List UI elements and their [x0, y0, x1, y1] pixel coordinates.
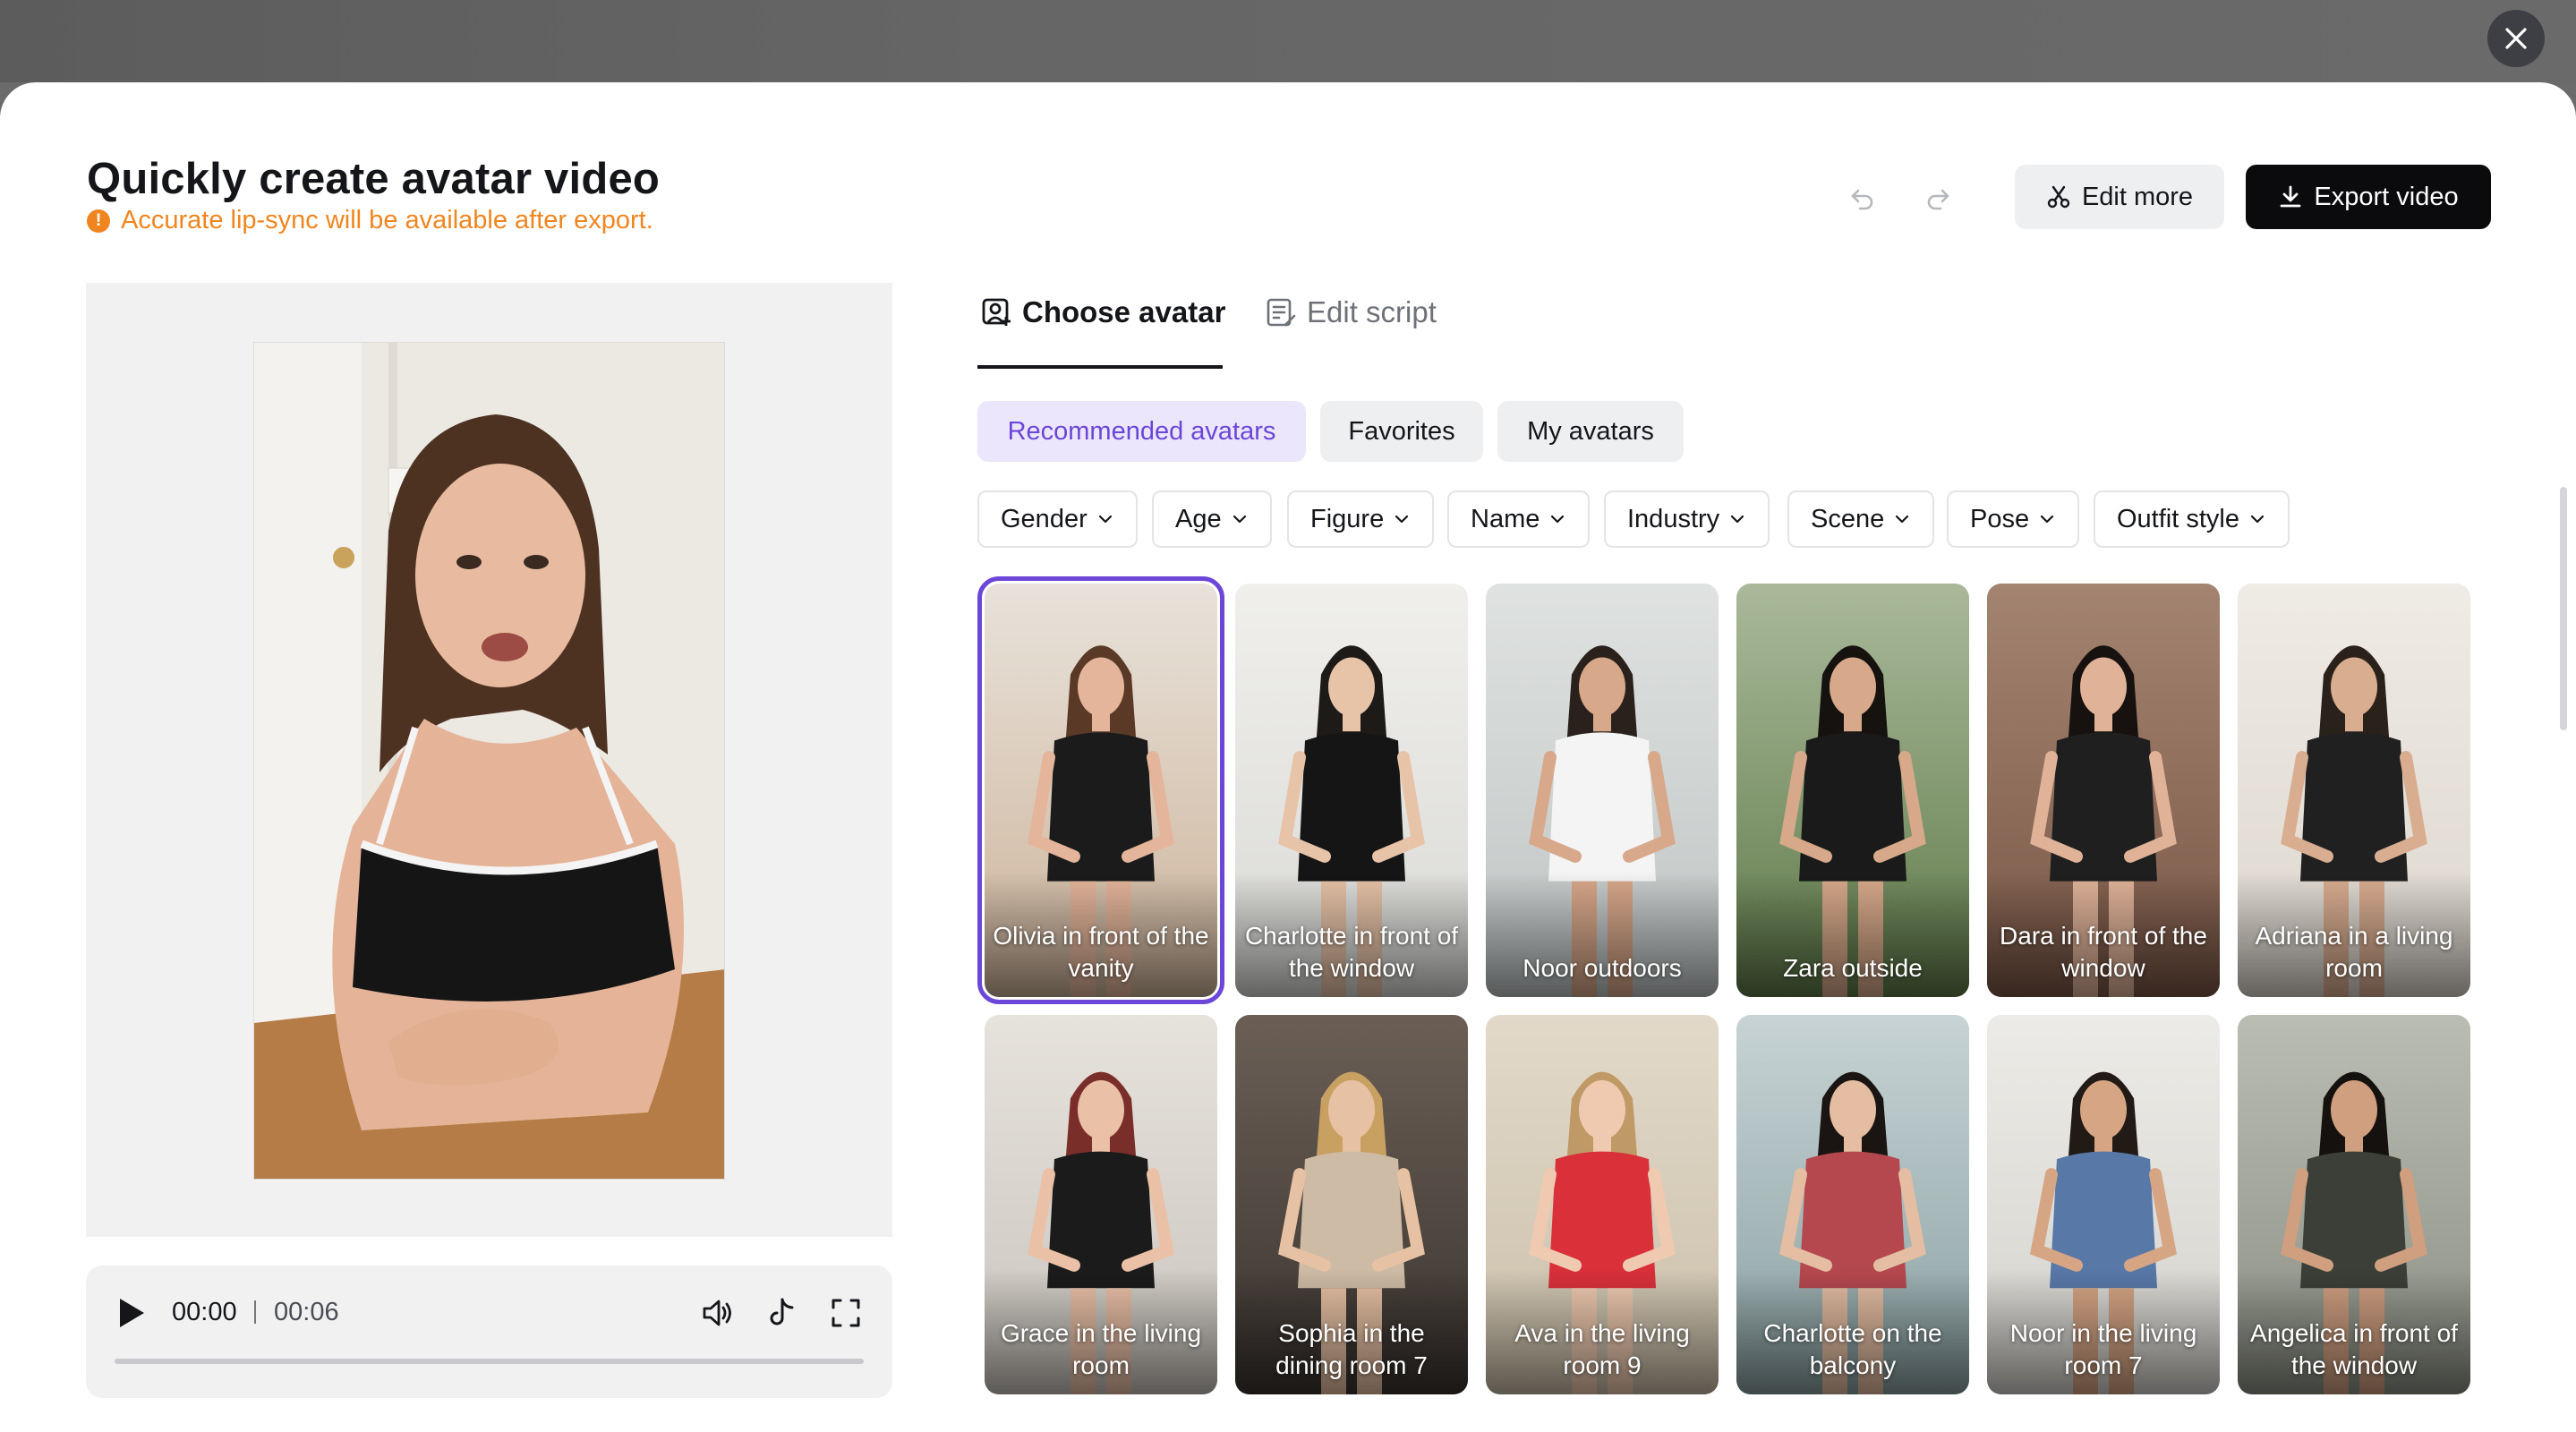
video-preview-panel — [86, 283, 892, 1237]
notice-text: Accurate lip-sync will be available afte… — [121, 206, 653, 234]
avatar-card-label: Angelica in front of the window — [2250, 1319, 2458, 1379]
video-preview[interactable] — [253, 342, 725, 1180]
script-edit-icon — [1267, 298, 1296, 327]
avatar-card[interactable]: Olivia in front of the vanity — [977, 576, 1224, 1004]
avatar-select-icon — [982, 298, 1011, 326]
filter-label: Scene — [1811, 504, 1885, 533]
redo-button[interactable] — [1915, 175, 1960, 220]
close-icon — [2505, 28, 2527, 49]
avatar-card[interactable]: Charlotte in front of the window — [1235, 584, 1468, 997]
volume-button[interactable] — [698, 1294, 736, 1332]
chevron-down-icon — [1896, 515, 1909, 524]
avatar-card[interactable]: Dara in front of the window — [1987, 584, 2220, 997]
chevron-down-icon — [1233, 515, 1246, 524]
chip-recommended-avatars[interactable]: Recommended avatars — [977, 401, 1306, 462]
avatar-card-label: Olivia in front of the vanity — [993, 922, 1209, 982]
filter-age[interactable]: Age — [1152, 490, 1272, 548]
avatar-card-label: Sophia in the dining room 7 — [1275, 1319, 1428, 1379]
filter-label: Industry — [1627, 504, 1720, 533]
avatar-card-label: Dara in front of the window — [2000, 922, 2207, 982]
avatar-card[interactable]: Noor outdoors — [1486, 584, 1719, 997]
undo-button[interactable] — [1840, 175, 1885, 220]
download-icon — [2280, 185, 2301, 208]
chip-favorites[interactable]: Favorites — [1320, 401, 1483, 462]
tab-edit-script[interactable]: Edit script — [1266, 295, 1437, 329]
edit-more-label: Edit more — [2081, 182, 2194, 211]
filter-gender[interactable]: Gender — [977, 490, 1138, 548]
grid-scrollbar[interactable] — [2560, 487, 2567, 730]
fullscreen-icon — [832, 1299, 860, 1327]
avatar-card-label: Charlotte in front of the window — [1244, 922, 1459, 982]
filter-label: Pose — [1970, 504, 2030, 533]
avatar-card-label: Grace in the living room — [1000, 1319, 1202, 1379]
avatar-video-modal: Quickly create avatar video ! Accurate l… — [0, 82, 2576, 1432]
filter-label: Gender — [1001, 504, 1088, 533]
tab-choose-avatar-label: Choose avatar — [1022, 295, 1226, 328]
filter-figure[interactable]: Figure — [1287, 490, 1435, 548]
filter-label: Name — [1471, 504, 1540, 533]
avatar-card[interactable]: Adriana in a living room — [2238, 584, 2470, 997]
chevron-down-icon — [2041, 515, 2054, 524]
avatar-card[interactable]: Charlotte on the balcony — [1736, 1015, 1969, 1394]
chevron-down-icon — [1731, 515, 1744, 524]
filter-label: Figure — [1310, 504, 1385, 533]
chip-my-avatars[interactable]: My avatars — [1497, 401, 1684, 462]
avatar-card-label: Ava in the living room 9 — [1514, 1319, 1690, 1379]
filter-outfit-style[interactable]: Outfit style — [2094, 490, 2290, 548]
fullscreen-button[interactable] — [827, 1294, 865, 1332]
filter-scene[interactable]: Scene — [1787, 490, 1935, 548]
export-video-label: Export video — [2314, 182, 2459, 211]
filter-label: Age — [1175, 504, 1222, 533]
undo-icon — [1851, 189, 1873, 210]
lip-sync-notice: ! Accurate lip-sync will be available af… — [87, 206, 653, 235]
avatar-card[interactable]: Noor in the living room 7 — [1987, 1015, 2220, 1394]
page-backdrop — [0, 0, 2576, 82]
avatar-card[interactable]: Sophia in the dining room 7 — [1235, 1015, 1468, 1394]
chevron-down-icon — [1098, 515, 1112, 524]
filter-label: Outfit style — [2117, 504, 2239, 533]
time-separator — [254, 1300, 256, 1324]
avatar-card[interactable]: Angelica in front of the window — [2238, 1015, 2470, 1394]
chevron-down-icon — [1551, 515, 1565, 524]
avatar-card-label: Charlotte on the balcony — [1763, 1319, 1942, 1379]
tiktok-icon — [770, 1298, 794, 1325]
avatar-card-label: Zara outside — [1783, 954, 1923, 982]
avatar-card-label: Noor in the living room 7 — [2009, 1319, 2197, 1379]
active-tab-indicator — [977, 365, 1223, 369]
scissors-icon — [2047, 185, 2070, 209]
page-title: Quickly create avatar video — [87, 155, 661, 203]
chevron-down-icon — [1395, 515, 1409, 524]
avatar-card-label: Noor outdoors — [1523, 954, 1682, 982]
avatar-preview-image — [254, 343, 724, 1179]
playback-progress-bar[interactable] — [115, 1359, 864, 1364]
volume-icon — [703, 1300, 731, 1326]
current-time: 00:00 — [172, 1298, 237, 1326]
avatar-card[interactable]: Ava in the living room 9 — [1486, 1015, 1719, 1394]
avatar-card[interactable]: Grace in the living room — [985, 1015, 1217, 1394]
close-modal-button[interactable] — [2487, 10, 2545, 67]
filter-industry[interactable]: Industry — [1604, 490, 1770, 548]
video-player-controls: 00:00 00:06 — [86, 1266, 892, 1398]
edit-more-button[interactable]: Edit more — [2015, 165, 2224, 229]
filter-pose[interactable]: Pose — [1947, 490, 2080, 548]
avatar-card[interactable]: Zara outside — [1736, 584, 1969, 997]
tiktok-preview-button[interactable] — [763, 1294, 800, 1332]
redo-icon — [1927, 189, 1949, 210]
tab-edit-script-label: Edit script — [1307, 295, 1437, 328]
chevron-down-icon — [2250, 515, 2265, 524]
tab-choose-avatar[interactable]: Choose avatar — [981, 295, 1225, 329]
filter-name[interactable]: Name — [1447, 490, 1591, 548]
avatar-card-label: Adriana in a living room — [2255, 922, 2453, 982]
total-time: 00:06 — [274, 1298, 339, 1326]
export-video-button[interactable]: Export video — [2246, 165, 2491, 229]
warning-icon: ! — [87, 209, 110, 233]
play-icon[interactable] — [116, 1296, 147, 1330]
